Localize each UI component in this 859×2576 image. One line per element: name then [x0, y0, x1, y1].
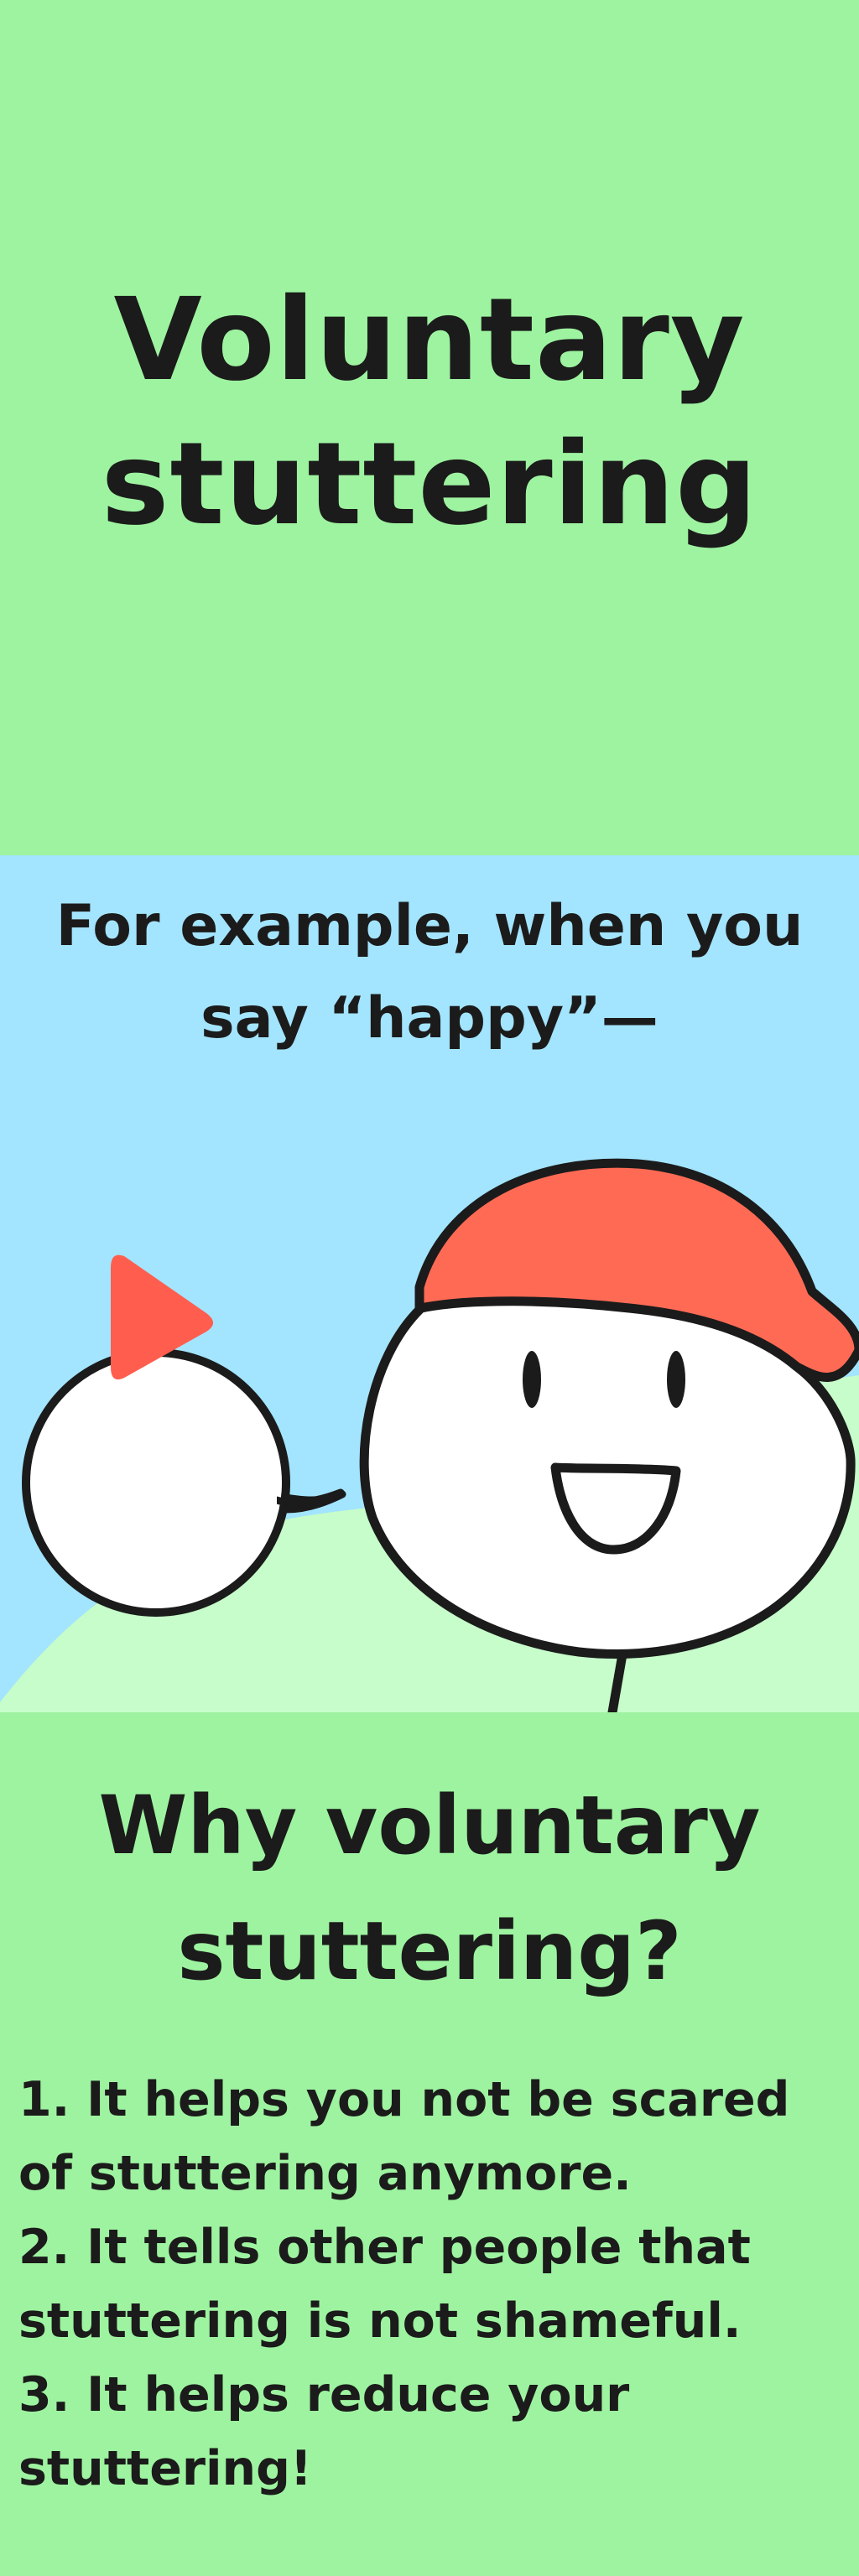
- why-panel: Why voluntary stuttering? 1. It helps yo…: [0, 1712, 859, 2576]
- why-heading-line-1: Why voluntary: [98, 1779, 761, 1872]
- reason-item: 1. It helps you not be scared of stutter…: [18, 2063, 849, 2210]
- right-eye: [667, 1351, 685, 1408]
- example-caption-line-2: say “happy”—: [200, 985, 659, 1052]
- reason-item: 3. It helps reduce your stuttering!: [18, 2358, 849, 2506]
- left-eye: [523, 1351, 541, 1408]
- why-heading: Why voluntary stuttering?: [0, 1763, 859, 2014]
- why-heading-line-2: stuttering?: [177, 1904, 682, 1998]
- page-title-line-2: stuttering: [101, 418, 758, 551]
- reason-line: 3. It helps reduce your: [18, 2367, 630, 2423]
- example-panel: For example, when you say “happy”—: [0, 855, 859, 1712]
- page-title: Voluntary stuttering: [0, 268, 859, 557]
- reasons-list: 1. It helps you not be scared of stutter…: [18, 2063, 849, 2506]
- reason-item: 2. It tells other people that stuttering…: [18, 2210, 849, 2358]
- reason-line: stuttering is not shameful.: [18, 2293, 742, 2349]
- example-caption-line-1: For example, when you: [55, 893, 804, 959]
- reason-line: 1. It helps you not be scared: [18, 2072, 790, 2127]
- reason-line: of stuttering anymore.: [18, 2146, 632, 2201]
- reason-line: stuttering!: [18, 2441, 312, 2496]
- reason-line: 2. It tells other people that: [18, 2220, 751, 2275]
- title-panel: Voluntary stuttering: [0, 0, 859, 855]
- page-title-line-1: Voluntary: [113, 274, 746, 407]
- example-caption: For example, when you say “happy”—: [0, 880, 859, 1065]
